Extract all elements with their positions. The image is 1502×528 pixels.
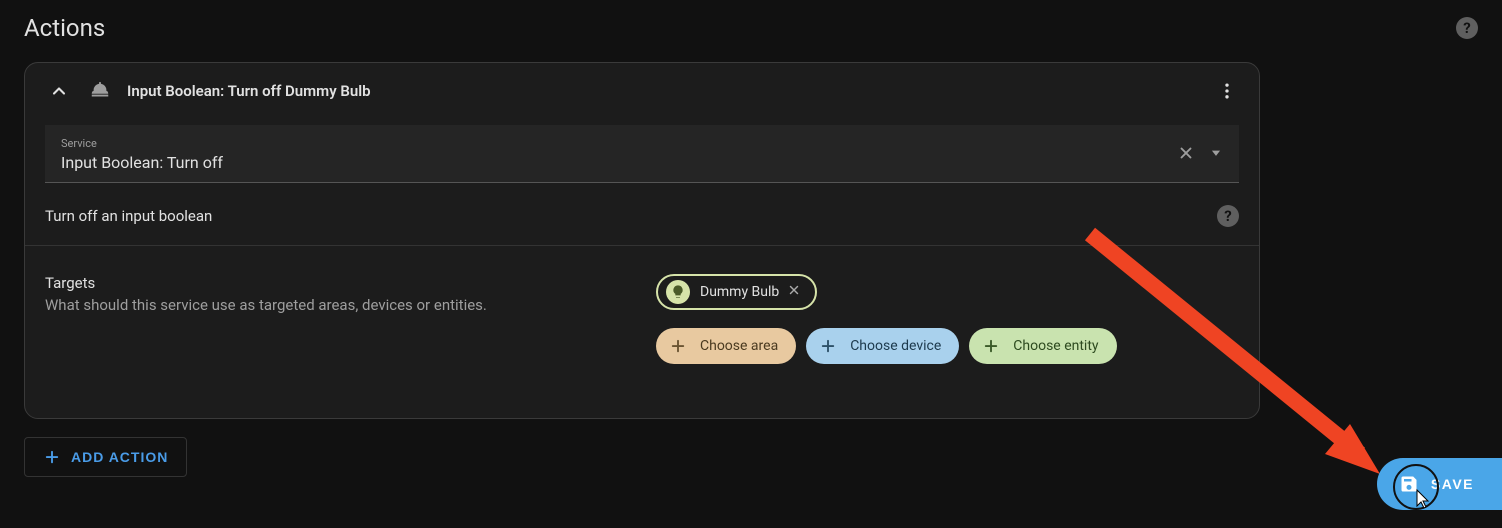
plus-icon	[979, 334, 1003, 358]
targets-title: Targets	[45, 274, 640, 292]
service-bell-icon	[89, 80, 111, 102]
service-help-icon[interactable]: ?	[1217, 205, 1239, 227]
add-action-button[interactable]: ADD ACTION	[24, 437, 187, 477]
section-title: Actions	[24, 14, 105, 42]
lightbulb-icon	[666, 280, 690, 304]
more-options-button[interactable]	[1213, 77, 1241, 105]
save-icon	[1399, 474, 1419, 494]
choose-area-button[interactable]: Choose area	[656, 328, 796, 364]
plus-icon	[816, 334, 840, 358]
service-description: Turn off an input boolean	[45, 207, 212, 225]
action-card: Input Boolean: Turn off Dummy Bulb Servi…	[24, 62, 1260, 419]
service-value: Input Boolean: Turn off	[61, 153, 223, 172]
help-icon[interactable]: ?	[1456, 17, 1478, 39]
choose-entity-label: Choose entity	[1013, 338, 1098, 354]
choose-device-label: Choose device	[850, 338, 941, 354]
add-action-label: ADD ACTION	[71, 449, 168, 465]
clear-service-icon[interactable]	[1177, 144, 1195, 166]
save-label: SAVE	[1431, 476, 1474, 492]
save-button[interactable]: SAVE	[1377, 458, 1502, 510]
plus-icon	[666, 334, 690, 358]
service-select[interactable]: Service Input Boolean: Turn off	[45, 125, 1239, 183]
choose-device-button[interactable]: Choose device	[806, 328, 959, 364]
action-title: Input Boolean: Turn off Dummy Bulb	[127, 82, 371, 100]
remove-target-icon[interactable]	[787, 283, 801, 301]
target-entity-label: Dummy Bulb	[700, 284, 779, 300]
dropdown-icon[interactable]	[1209, 146, 1223, 164]
collapse-toggle[interactable]	[45, 77, 73, 105]
choose-entity-button[interactable]: Choose entity	[969, 328, 1116, 364]
choose-area-label: Choose area	[700, 338, 778, 354]
targets-description: What should this service use as targeted…	[45, 296, 640, 314]
target-entity-chip[interactable]: Dummy Bulb	[656, 274, 817, 310]
service-label: Service	[61, 137, 223, 150]
